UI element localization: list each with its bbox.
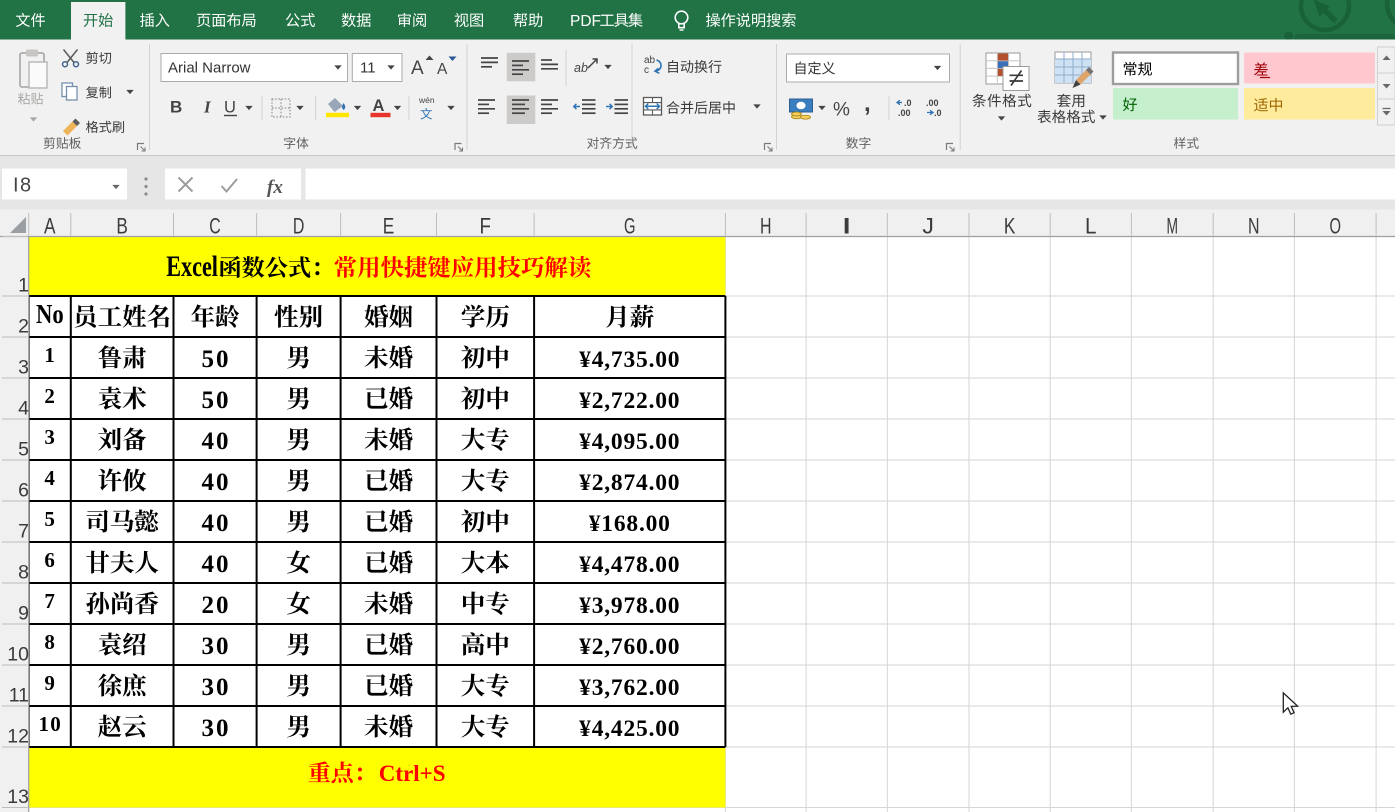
svg-text:3: 3	[18, 357, 29, 379]
svg-text:10: 10	[7, 644, 29, 666]
svg-text:E: E	[383, 214, 395, 239]
svg-text:I: I	[841, 214, 853, 239]
svg-text:M: M	[1167, 214, 1179, 239]
svg-text:¥4,478.00: ¥4,478.00	[579, 552, 680, 578]
svg-text:,: ,	[864, 90, 871, 117]
svg-text:B: B	[116, 214, 128, 239]
svg-text:.00: .00	[926, 98, 939, 108]
svg-text:40: 40	[202, 551, 231, 578]
svg-text:fx: fx	[267, 177, 283, 198]
svg-text:30: 30	[202, 674, 231, 701]
svg-text:2: 2	[18, 316, 29, 338]
svg-text:6: 6	[44, 548, 56, 572]
svg-text:30: 30	[202, 633, 231, 660]
svg-text:12: 12	[7, 726, 29, 748]
svg-text:F: F	[480, 214, 492, 239]
svg-text:¥2,874.00: ¥2,874.00	[579, 470, 680, 496]
svg-text:¥3,762.00: ¥3,762.00	[579, 675, 680, 701]
svg-text:40: 40	[202, 469, 231, 496]
svg-text:C: C	[209, 214, 221, 239]
svg-text:A: A	[411, 58, 424, 79]
svg-text:I8: I8	[13, 175, 33, 197]
svg-text:¥2,722.00: ¥2,722.00	[579, 388, 680, 414]
svg-text:¥3,978.00: ¥3,978.00	[579, 593, 680, 619]
svg-text:5: 5	[44, 507, 56, 531]
svg-text:4: 4	[44, 466, 56, 490]
svg-text:ab: ab	[574, 61, 588, 75]
svg-text:3: 3	[44, 425, 56, 449]
svg-text:13: 13	[7, 786, 29, 808]
svg-text:40: 40	[202, 428, 231, 455]
svg-text:7: 7	[44, 589, 56, 613]
svg-text:8: 8	[18, 562, 29, 584]
svg-text:.00: .00	[898, 108, 911, 118]
svg-text:wén: wén	[418, 95, 435, 105]
svg-text:.0: .0	[904, 98, 912, 108]
svg-text:5: 5	[18, 439, 29, 461]
svg-text:6: 6	[18, 480, 29, 502]
svg-text:11: 11	[9, 685, 29, 707]
svg-text:K: K	[1004, 214, 1016, 239]
svg-text:U: U	[224, 99, 236, 117]
svg-text:30: 30	[202, 715, 231, 742]
svg-text:9: 9	[18, 603, 29, 625]
svg-text:Ctrl+S: Ctrl+S	[379, 761, 446, 786]
svg-text:D: D	[293, 214, 305, 239]
svg-text:Excel: Excel	[166, 249, 218, 283]
svg-text:A: A	[373, 97, 385, 115]
svg-text:G: G	[624, 214, 636, 239]
svg-text:.0: .0	[934, 108, 942, 118]
svg-text:c: c	[644, 65, 649, 76]
svg-text:4: 4	[18, 398, 29, 420]
svg-text:A: A	[437, 61, 448, 78]
svg-text:%: %	[833, 100, 850, 121]
svg-text:8: 8	[44, 630, 56, 654]
svg-text:40: 40	[202, 510, 231, 537]
svg-text:¥168.00: ¥168.00	[589, 511, 671, 537]
svg-text:B: B	[170, 98, 182, 117]
svg-text:J: J	[922, 214, 934, 239]
svg-text:11: 11	[360, 60, 376, 77]
svg-text:9: 9	[44, 671, 56, 695]
svg-text:20: 20	[202, 592, 231, 619]
svg-text:¥4,735.00: ¥4,735.00	[579, 347, 680, 373]
svg-text:50: 50	[202, 346, 231, 373]
svg-text:N: N	[1248, 214, 1260, 239]
svg-text:50: 50	[202, 387, 231, 414]
svg-text:1: 1	[44, 343, 56, 367]
svg-text:H: H	[760, 214, 772, 239]
svg-text:L: L	[1085, 214, 1097, 239]
svg-text:No: No	[36, 300, 64, 329]
svg-text:A: A	[44, 214, 56, 239]
svg-text:10: 10	[39, 712, 62, 736]
svg-text:2: 2	[44, 384, 56, 408]
svg-text:Arial Narrow: Arial Narrow	[168, 60, 251, 77]
svg-text:¥4,425.00: ¥4,425.00	[579, 716, 680, 742]
svg-text:O: O	[1330, 214, 1342, 239]
svg-text:1: 1	[18, 275, 29, 297]
svg-text:7: 7	[18, 521, 29, 543]
svg-text:¥2,760.00: ¥2,760.00	[579, 634, 680, 660]
svg-text:¥4,095.00: ¥4,095.00	[579, 429, 680, 455]
svg-text:PDF: PDF	[570, 13, 601, 30]
